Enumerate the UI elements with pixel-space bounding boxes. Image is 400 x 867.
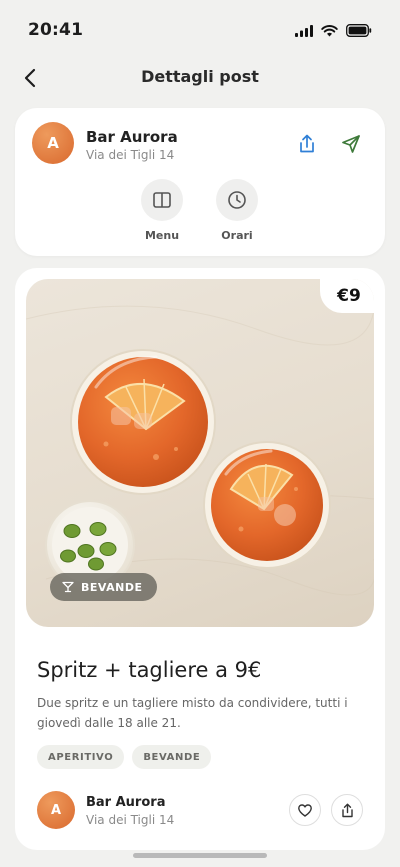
category-chip[interactable]: BEVANDE — [50, 573, 157, 601]
heart-icon — [298, 803, 312, 817]
author-address: Via dei Tigli 14 — [86, 813, 175, 827]
battery-icon — [346, 24, 372, 37]
signal-icon — [295, 24, 313, 37]
menu-button[interactable] — [141, 179, 183, 221]
home-indicator[interactable] — [133, 853, 267, 858]
like-button[interactable] — [289, 794, 321, 826]
page-title: Dettagli post — [141, 67, 259, 86]
directions-button[interactable] — [337, 130, 365, 158]
post-image[interactable]: €9 BEVANDE — [26, 279, 374, 627]
post-title: Spritz + tagliere a 9€ — [37, 658, 262, 682]
tag-aperitivo[interactable]: APERITIVO — [37, 745, 125, 769]
category-chip-label: BEVANDE — [81, 580, 143, 594]
clock-icon — [228, 191, 246, 209]
share-icon — [341, 803, 353, 817]
nav-header: Dettagli post — [0, 60, 400, 96]
share-post-button[interactable] — [331, 794, 363, 826]
status-icons — [295, 24, 372, 37]
book-icon — [153, 192, 171, 208]
tag-list: APERITIVO BEVANDE — [37, 745, 212, 769]
cocktail-glass-icon — [62, 581, 74, 593]
share-icon — [300, 134, 314, 153]
tag-bevande[interactable]: BEVANDE — [132, 745, 212, 769]
navigation-arrow-icon — [342, 135, 360, 153]
status-time: 20:41 — [28, 20, 84, 40]
post-card: €9 BEVANDE Spritz + tagliere a 9€ Due sp… — [15, 268, 385, 850]
menu-label[interactable]: Menu — [132, 229, 192, 242]
business-card: A Bar Aurora Via dei Tigli 14 Menu Orari — [15, 108, 385, 256]
hours-label[interactable]: Orari — [207, 229, 267, 242]
share-button[interactable] — [293, 130, 321, 158]
hours-button[interactable] — [216, 179, 258, 221]
business-avatar[interactable]: A — [32, 122, 74, 164]
business-address: Via dei Tigli 14 — [86, 148, 175, 162]
author-avatar[interactable]: A — [37, 791, 75, 829]
status-bar: 20:41 — [0, 0, 400, 60]
wifi-icon — [321, 24, 338, 36]
post-description: Due spritz e un tagliere misto da condiv… — [37, 696, 348, 730]
author-name[interactable]: Bar Aurora — [86, 795, 165, 810]
business-name[interactable]: Bar Aurora — [86, 128, 178, 146]
price-badge: €9 — [320, 279, 374, 313]
